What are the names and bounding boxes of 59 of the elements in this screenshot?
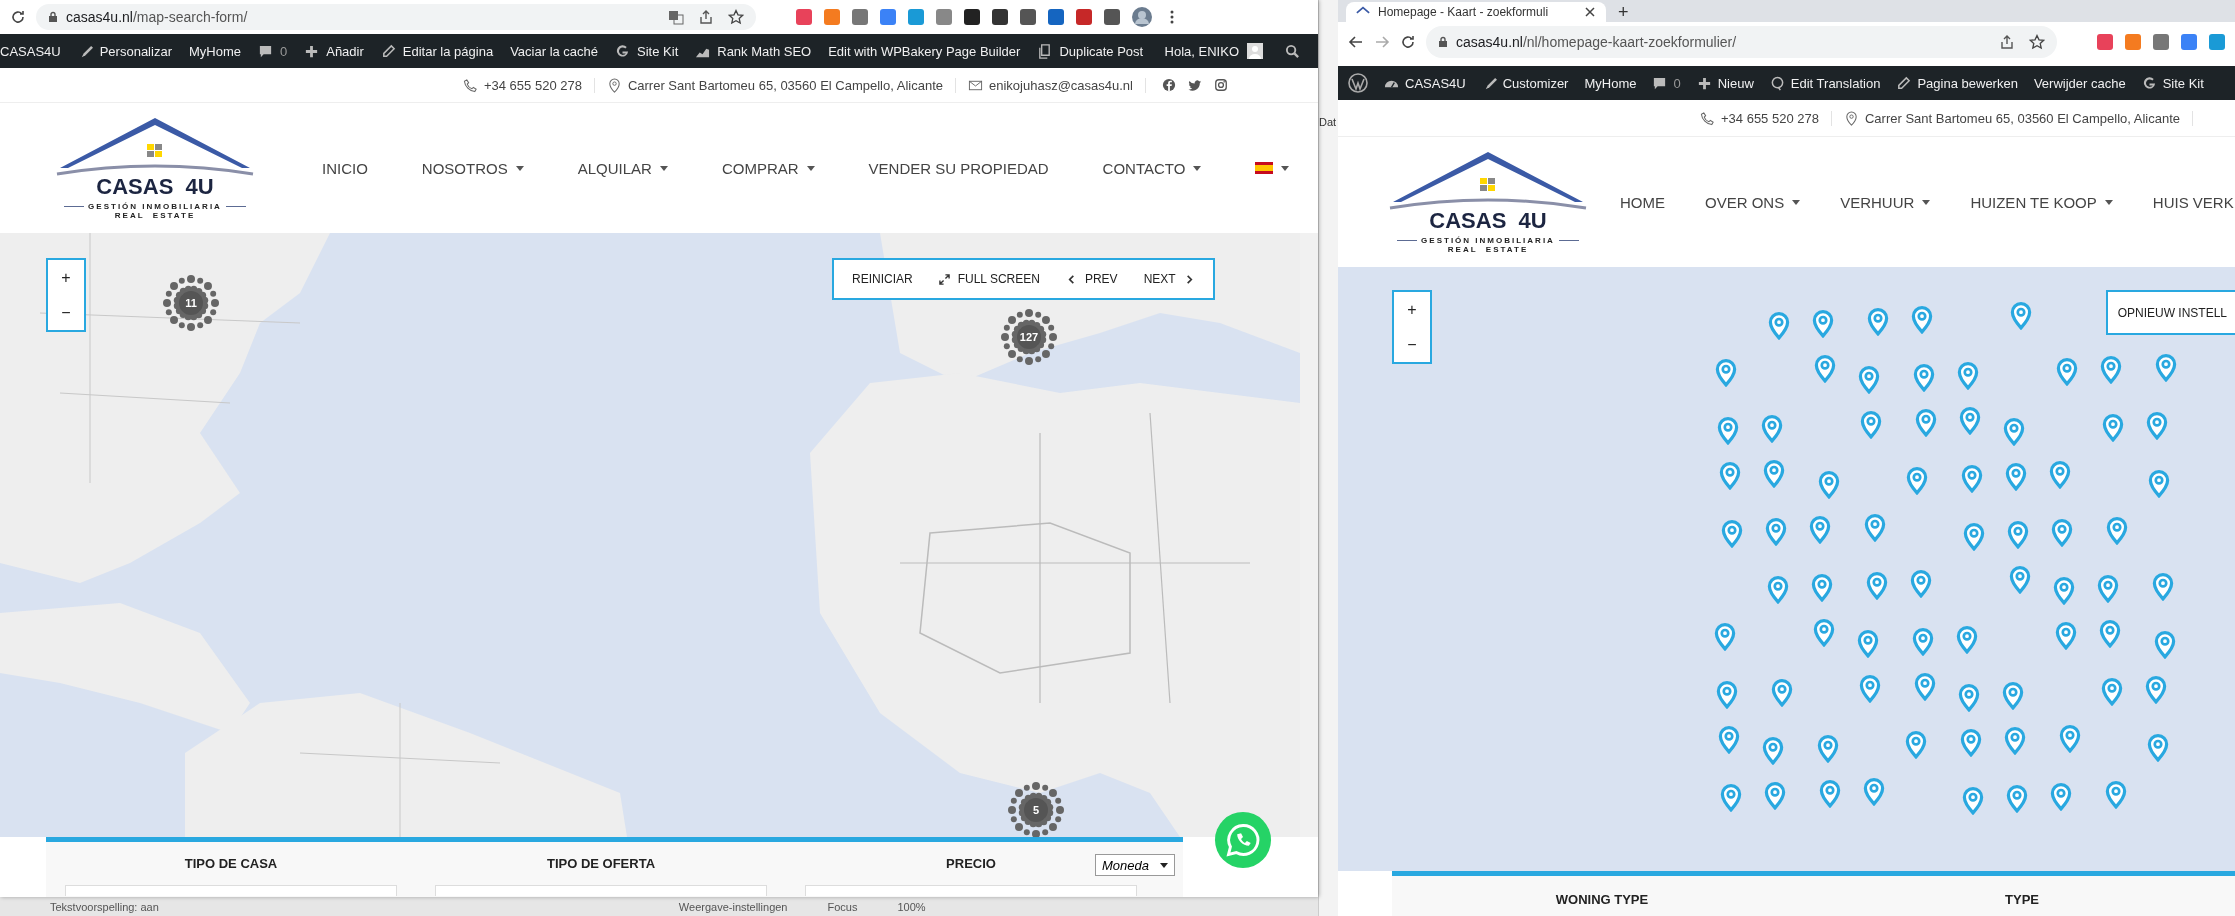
admin-bar-item[interactable]: Verwijder cache (2033, 75, 2126, 91)
field-label: PRECIO (946, 856, 996, 871)
admin-bar-item[interactable]: Edit with WPBakery Page Builder (828, 43, 1021, 59)
admin-bar-item[interactable]: Editar la página (380, 43, 494, 59)
nav-item[interactable]: NOSOTROS (394, 159, 551, 177)
address-field[interactable]: casas4u.nl/nl/homepage-kaart-zoekformulier/ (1426, 26, 2057, 58)
logo-subtitle: REAL ESTATE (1447, 245, 1529, 254)
nav-item[interactable]: INICIO (295, 159, 395, 177)
status-item[interactable]: Weergave-instellingen (678, 900, 788, 913)
admin-bar-item[interactable]: Añadir (304, 43, 364, 59)
contact-item[interactable]: +34 655 520 278 (450, 77, 595, 93)
nav-item[interactable]: CONTACTO (1075, 159, 1229, 177)
contact-item[interactable]: +34 655 520 278 (1688, 110, 1832, 126)
logo-subtitle: REAL ESTATE (114, 211, 196, 220)
admin-bar-item[interactable]: Vaciar la caché (510, 43, 599, 59)
admin-bar-item[interactable]: CASAS4U (0, 43, 61, 59)
contact-item[interactable]: enikojuhasz@casas4u.nl (956, 77, 1146, 93)
admin-bar-item[interactable]: Duplicate Post (1037, 43, 1144, 59)
admin-bar-item[interactable]: MyHome (188, 43, 241, 59)
admin-bar-item[interactable]: 0 (1652, 75, 1681, 91)
status-item[interactable]: 100% (897, 900, 926, 913)
admin-bar-item[interactable]: Nieuw (1696, 75, 1754, 91)
admin-bar-item[interactable]: Customizer (1481, 75, 1569, 91)
admin-bar-item[interactable]: Edit Translation (1769, 75, 1881, 91)
reset-button[interactable]: OPNIEUW INSTELL (2105, 290, 2235, 335)
admin-bar-item[interactable]: Rank Math SEO (695, 43, 812, 59)
admin-greeting[interactable]: Hola, ENIKO (1164, 43, 1239, 59)
field-label: TYPE (2005, 892, 2039, 907)
url-text: casas4u.nl/map-search-form/ (66, 9, 248, 25)
url-text: casas4u.nl/nl/homepage-kaart-zoekformulier/ (1456, 34, 1737, 50)
admin-bar-item[interactable]: MyHome (1584, 75, 1637, 91)
admin-bar-item[interactable]: Site Kit (615, 43, 679, 59)
admin-bar-item[interactable]: Site Kit (2141, 75, 2204, 91)
logo-name: CASAS 4U (1429, 210, 1547, 232)
status-item[interactable]: Tekstvoorspelling: aan (50, 900, 159, 913)
field-label: WONING TYPE (1555, 892, 1649, 907)
new-tab-button[interactable]: + (1606, 2, 1641, 22)
admin-bar-item[interactable]: Pagina bewerken (1896, 75, 2018, 91)
document-text: Dat (1319, 116, 1337, 128)
currency-dropdown[interactable]: Moneda (1095, 854, 1175, 876)
nav-item[interactable]: HUIS VERK (2132, 193, 2235, 211)
nav-item[interactable]: OVER ONS (1685, 193, 1821, 211)
contact-item[interactable]: Carrer Sant Bartomeu 65, 03560 El Campello, Alicante (594, 77, 956, 93)
nav-item[interactable]: VERHUUR (1820, 193, 1951, 211)
nav-item[interactable]: ALQUILAR (550, 159, 695, 177)
admin-bar-item[interactable]: 0 (258, 43, 288, 59)
nav-item[interactable]: HUIZEN TE KOOP (1950, 193, 2133, 211)
field-label: TIPO DE OFERTA (546, 856, 656, 871)
field-label: TIPO DE CASA (184, 856, 278, 871)
status-item[interactable]: Focus (827, 900, 858, 913)
nav-item[interactable]: HOME (1600, 193, 1685, 211)
browser-tab[interactable]: Homepage - Kaart - zoekformuli (1346, 2, 1606, 22)
contact-item[interactable]: Carrer Sant Bartomeu 65, 03560 El Campello, Alicante (1831, 110, 2194, 126)
nav-item[interactable]: VENDER SU PROPIEDAD (841, 159, 1076, 177)
admin-bar-item[interactable]: Personalizar (77, 43, 172, 59)
nav-item[interactable]: COMPRAR (694, 159, 842, 177)
logo-name: CASAS 4U (96, 176, 214, 198)
address-field[interactable]: casas4u.nl/map-search-form/ (36, 4, 756, 30)
admin-bar-item[interactable]: CASAS4U (1384, 75, 1466, 91)
